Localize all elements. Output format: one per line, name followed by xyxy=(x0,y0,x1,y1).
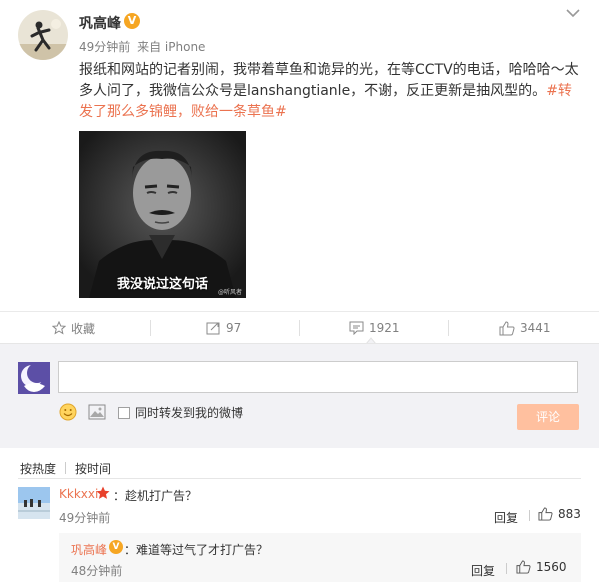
image-icon[interactable] xyxy=(88,404,106,420)
reply-button[interactable]: 回复 xyxy=(494,509,518,526)
post-source[interactable]: 来自 iPhone xyxy=(137,40,205,54)
reply-button[interactable]: 回复 xyxy=(471,562,495,579)
emoji-icon[interactable] xyxy=(59,403,77,421)
thumbs-up-icon xyxy=(499,320,515,335)
verified-badge-icon: V xyxy=(109,540,123,554)
repost-button[interactable]: 97 xyxy=(206,312,241,344)
chevron-down-icon[interactable] xyxy=(564,4,582,22)
replier-name[interactable]: 巩高峰 xyxy=(71,541,107,558)
post-meta: 49分钟前 来自 iPhone xyxy=(79,38,208,55)
my-avatar[interactable] xyxy=(18,362,50,394)
action-bar: 收藏 97 1921 3441 xyxy=(0,311,599,343)
tab-sort-hot[interactable]: 按热度 xyxy=(20,462,56,476)
image-watermark: @听风者 xyxy=(217,289,242,296)
divider xyxy=(65,462,67,474)
also-repost-checkbox[interactable] xyxy=(118,406,130,419)
post-text: 报纸和网站的记者别闹，我带着草鱼和诡异的光，在等CCTV的电话，哈哈哈～太多人问… xyxy=(79,60,585,123)
commenter-avatar[interactable] xyxy=(18,487,50,519)
tab-sort-time[interactable]: 按时间 xyxy=(75,462,111,476)
post-time[interactable]: 49分钟前 xyxy=(79,40,130,54)
comment-composer: 同时转发到我的微博 评论 xyxy=(0,343,599,448)
comment-count: 1921 xyxy=(369,321,400,335)
comment-text: ：趁机打广告？ xyxy=(113,489,198,503)
reply-like-button[interactable]: 1560 xyxy=(516,560,567,574)
weibo-post: 巩高峰 V 49分钟前 来自 iPhone 报纸和网站的记者别闹，我带着草鱼和诡… xyxy=(0,0,599,311)
favorite-button[interactable]: 收藏 xyxy=(52,312,95,344)
comment-time: 49分钟前 xyxy=(59,511,111,525)
post-body: 报纸和网站的记者别闹，我带着草鱼和诡异的光，在等CCTV的电话，哈哈哈～太多人问… xyxy=(79,62,579,99)
post-image[interactable]: 我没说过这句话 @听风者 xyxy=(79,131,246,298)
repost-count: 97 xyxy=(226,321,242,335)
sort-tabs: 按热度 按时间 xyxy=(20,460,111,477)
comment-like-count: 883 xyxy=(558,507,581,521)
divider xyxy=(506,563,507,574)
verified-badge-icon: V xyxy=(124,13,140,29)
commenter-name[interactable]: Kkkxxi xyxy=(59,487,98,501)
thumbs-up-icon xyxy=(538,507,553,521)
like-count: 3441 xyxy=(520,321,551,335)
divider xyxy=(529,510,530,521)
divider xyxy=(299,320,300,336)
submit-comment-button[interactable]: 评论 xyxy=(517,404,579,430)
comment-like-button[interactable]: 883 xyxy=(538,507,581,521)
comment-icon xyxy=(349,321,364,335)
star-icon xyxy=(52,321,66,335)
thumbs-up-icon xyxy=(516,560,531,574)
reply-like-count: 1560 xyxy=(536,560,567,574)
also-repost-option[interactable]: 同时转发到我的微博 xyxy=(118,404,243,421)
author-avatar[interactable] xyxy=(18,10,68,60)
comment-input[interactable] xyxy=(58,361,578,393)
vip-star-icon xyxy=(96,486,110,499)
like-button[interactable]: 3441 xyxy=(499,312,551,344)
divider xyxy=(18,478,581,479)
also-repost-label: 同时转发到我的微博 xyxy=(135,406,244,420)
divider xyxy=(150,320,151,336)
reply-time: 48分钟前 xyxy=(71,564,123,578)
repost-icon xyxy=(206,322,220,335)
divider xyxy=(448,320,449,336)
reply-text: ：难道等过气了才打广告？ xyxy=(124,543,269,557)
author-name[interactable]: 巩高峰 xyxy=(79,13,121,33)
favorite-label: 收藏 xyxy=(71,321,96,336)
